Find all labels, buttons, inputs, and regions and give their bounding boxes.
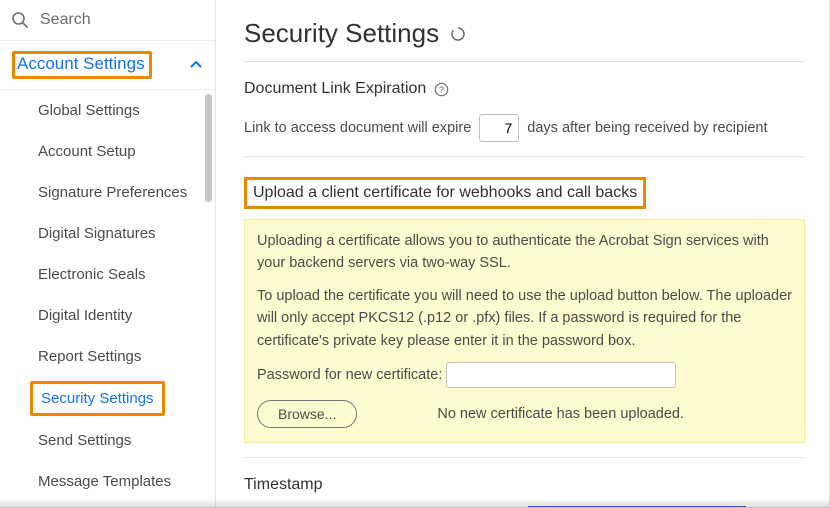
sidebar-item-account-setup[interactable]: Account Setup bbox=[0, 131, 215, 172]
cert-password-input[interactable] bbox=[446, 362, 676, 388]
sidebar-item-security-settings[interactable]: Security Settings bbox=[30, 381, 165, 416]
browse-button[interactable]: Browse... bbox=[257, 400, 357, 428]
search-input[interactable] bbox=[38, 10, 203, 30]
expire-days-input[interactable] bbox=[479, 114, 519, 142]
sidebar-item-global-settings[interactable]: Global Settings bbox=[0, 90, 215, 131]
help-icon[interactable]: ? bbox=[434, 82, 449, 97]
section-link-expiration: Document Link Expiration ? Link to acces… bbox=[244, 62, 805, 157]
chevron-up-icon bbox=[189, 58, 203, 72]
main-content: Security Settings Document Link Expirati… bbox=[216, 0, 829, 507]
page-title: Security Settings bbox=[244, 18, 439, 49]
sidebar-item-digital-signatures[interactable]: Digital Signatures bbox=[0, 213, 215, 254]
sidebar-section-account-settings[interactable]: Account Settings bbox=[0, 41, 215, 90]
search-icon bbox=[10, 10, 30, 30]
refresh-icon[interactable] bbox=[449, 25, 467, 43]
svg-text:?: ? bbox=[439, 85, 444, 95]
sidebar-item-digital-identity[interactable]: Digital Identity bbox=[0, 295, 215, 336]
section-upload-cert: Upload a client certificate for webhooks… bbox=[244, 157, 805, 458]
sidebar-item-report-settings[interactable]: Report Settings bbox=[0, 336, 215, 377]
section-timestamp: Timestamp Apply a timestamp to certifica… bbox=[244, 458, 805, 507]
upload-para-1: Uploading a certificate allows you to au… bbox=[257, 230, 792, 275]
expire-suffix: days after being received by recipient bbox=[527, 120, 767, 136]
sidebar: Account Settings Global Settings Account… bbox=[0, 0, 216, 507]
upload-status: No new certificate has been uploaded. bbox=[437, 403, 684, 425]
section-heading-link-expiration: Document Link Expiration bbox=[244, 80, 426, 98]
upload-cert-panel: Uploading a certificate allows you to au… bbox=[244, 219, 805, 443]
sidebar-nav: Global Settings Account Setup Signature … bbox=[0, 90, 215, 507]
search-row bbox=[0, 0, 215, 41]
sidebar-item-send-settings[interactable]: Send Settings bbox=[0, 420, 215, 461]
scrollbar-thumb[interactable] bbox=[205, 94, 212, 202]
password-label: Password for new certificate: bbox=[257, 364, 442, 386]
section-heading-timestamp: Timestamp bbox=[244, 476, 323, 494]
timestamp-label-plain: Apply a timestamp to certification seals bbox=[274, 506, 529, 507]
section-heading-upload-cert: Upload a client certificate for webhooks… bbox=[244, 177, 646, 209]
upload-para-2: To upload the certificate you will need … bbox=[257, 285, 792, 352]
sidebar-item-electronic-seals[interactable]: Electronic Seals bbox=[0, 254, 215, 295]
sidebar-item-signature-preferences[interactable]: Signature Preferences bbox=[0, 172, 215, 213]
expire-prefix: Link to access document will expire bbox=[244, 120, 471, 136]
sidebar-item-message-templates[interactable]: Message Templates bbox=[0, 461, 215, 502]
sidebar-section-label: Account Settings bbox=[12, 51, 152, 79]
